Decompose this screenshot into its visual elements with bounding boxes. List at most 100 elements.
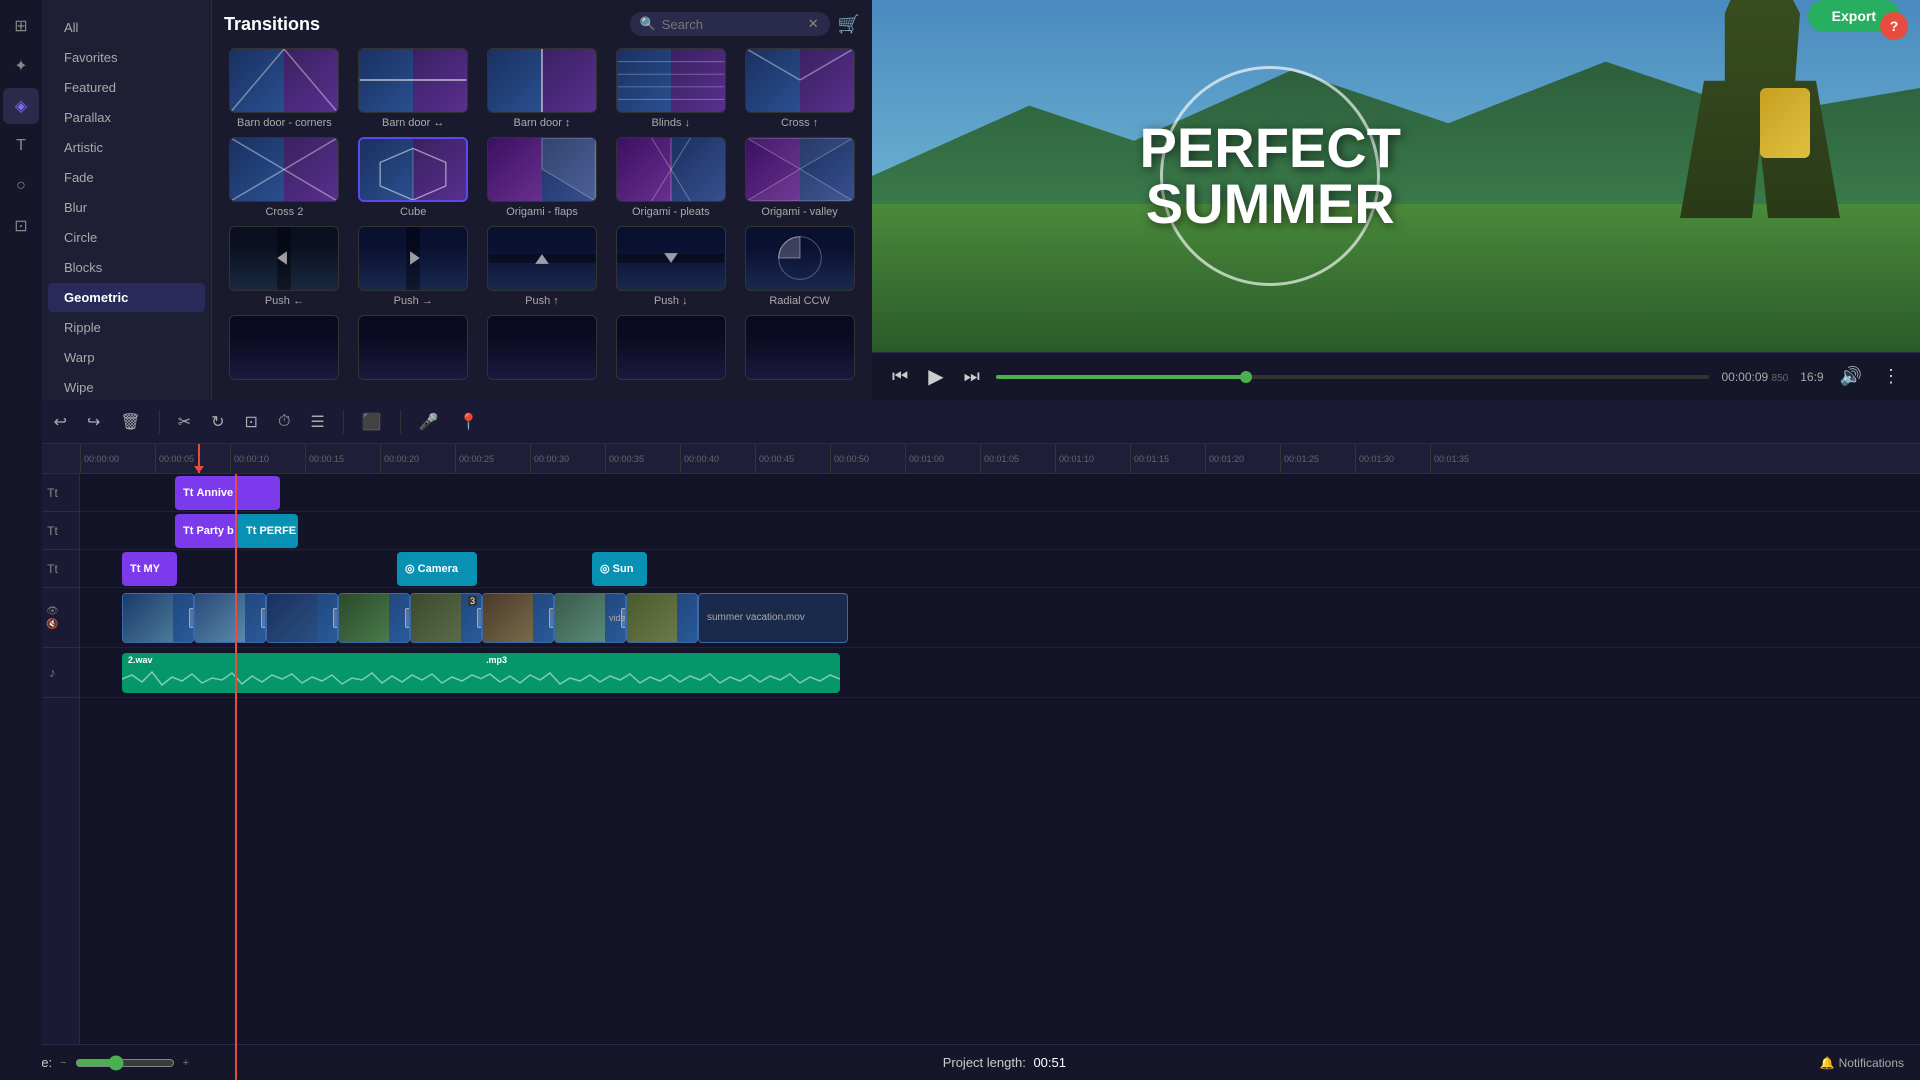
transition-cube[interactable]: Cube [353,137,474,218]
ruler-mark: 00:00:10 [230,444,305,473]
list-button[interactable]: ☰ [304,408,330,436]
category-parallax[interactable]: Parallax [48,103,205,132]
transition-row4-3[interactable] [482,315,603,384]
ruler-marks: 00:00:00 00:00:05 00:00:10 00:00:15 00:0… [80,444,1505,473]
category-featured[interactable]: Featured [48,73,205,102]
category-all[interactable]: All [48,13,205,42]
category-warp[interactable]: Warp [48,343,205,372]
video-clip-1[interactable] [122,593,194,643]
transition-push-down[interactable]: Push ↓ [610,226,731,307]
mic-button[interactable]: 🎤 [413,408,445,436]
transition-label: Origami - flaps [506,206,578,218]
category-geometric[interactable]: Geometric [48,283,205,312]
more-options-button[interactable]: ⋮ [1878,362,1904,391]
ruler-mark: 00:00:50 [830,444,905,473]
cut-button[interactable]: ✂ [172,408,197,436]
sidebar-grid-btn[interactable]: ⊞ [3,8,39,44]
category-ripple[interactable]: Ripple [48,313,205,342]
sidebar-apps-btn[interactable]: ⊡ [3,208,39,244]
video-clip-3[interactable] [266,593,338,643]
left-sidebar: ⊞ ✦ ◈ T ○ ⊡ [0,0,42,1080]
overlay-button[interactable]: ⬛ [356,408,388,436]
category-artistic[interactable]: Artistic [48,133,205,162]
audio-clip-1[interactable]: 2.wav [122,653,487,693]
crop-button[interactable]: ⊡ [239,408,264,436]
transition-barn-door-v[interactable]: Barn door ↕ [482,48,603,129]
transition-origami-pleats[interactable]: Origami - pleats [610,137,731,218]
transition-row4-5[interactable] [739,315,860,384]
category-wipe[interactable]: Wipe [48,373,205,402]
video-track: 3 video summer vacation.mov [80,588,1920,648]
transition-push-left[interactable]: Push ← [224,226,345,307]
transition-thumb [745,137,855,202]
category-circle[interactable]: Circle [48,223,205,252]
scale-min-icon: − [60,1057,66,1069]
category-fade[interactable]: Fade [48,163,205,192]
category-blur[interactable]: Blur [48,193,205,222]
audio-clip-2[interactable]: .mp3 [480,653,840,693]
video-clip-last[interactable]: summer vacation.mov [698,593,848,643]
clip-perfe[interactable]: Tt PERFE [238,514,298,548]
volume-button[interactable]: 🔊 [1836,362,1866,391]
preview-title-line2: SUMMER [1140,176,1401,232]
transition-barn-door-h[interactable]: Barn door ↔ [353,48,474,129]
transition-row4-2[interactable] [353,315,474,384]
text-track-2: Tt Party b Tt PERFE [80,512,1920,550]
transition-barn-door-corners[interactable]: Barn door - corners [224,48,345,129]
scale-slider[interactable] [75,1055,175,1071]
category-blocks[interactable]: Blocks [48,253,205,282]
transition-blinds-down[interactable]: Blinds ↓ [610,48,731,129]
video-clip-8[interactable] [626,593,698,643]
transitions-header: Transitions 🔍 ✕ 🛒 [224,12,860,36]
transition-label: Barn door ↕ [514,117,571,129]
help-button[interactable]: ? [1880,12,1908,40]
clip-my[interactable]: Tt MY [122,552,177,586]
toolbar-separator [159,410,160,434]
text-track-1: Tt Annive [80,474,1920,512]
clear-search-icon[interactable]: ✕ [808,16,819,32]
ruler-mark: 00:00:05 [155,444,230,473]
undo-button[interactable]: ↩ [48,408,73,436]
transition-origami-valley[interactable]: Origami - valley [739,137,860,218]
forward-button[interactable]: ⏭ [960,362,984,391]
ruler-mark: 00:00:35 [605,444,680,473]
video-clip-7[interactable]: video [554,593,626,643]
sidebar-magic-btn[interactable]: ✦ [3,48,39,84]
speed-button[interactable]: ⏱ [272,409,296,435]
transition-cross2[interactable]: Cross 2 [224,137,345,218]
ruler-mark: 00:01:10 [1055,444,1130,473]
rewind-button[interactable]: ⏮ [888,362,912,391]
transition-push-up[interactable]: Push ↑ [482,226,603,307]
delete-button[interactable]: 🗑 [114,408,146,436]
transition-thumb [229,137,339,202]
clip-camera[interactable]: ◎ Camera [397,552,477,586]
transition-cross-up[interactable]: Cross ↑ [739,48,860,129]
clip-annive[interactable]: Tt Annive [175,476,280,510]
loop-button[interactable]: ↻ [205,408,230,436]
notifications-button[interactable]: 🔔 Notifications [1820,1056,1904,1070]
video-clip-5[interactable]: 3 [410,593,482,643]
timeline-toolbar: + ↩ ↪ 🗑 ✂ ↻ ⊡ ⏱ ☰ ⬛ 🎤 📍 [0,400,1920,444]
preview-timeline[interactable] [996,375,1710,379]
transition-thumb [358,226,468,291]
search-input[interactable] [662,17,802,32]
transition-row4-1[interactable] [224,315,345,384]
transition-origami-flaps[interactable]: Origami - flaps [482,137,603,218]
video-clip-2[interactable] [194,593,266,643]
location-button[interactable]: 📍 [453,408,485,436]
video-clip-6[interactable] [482,593,554,643]
redo-button[interactable]: ↪ [81,408,106,436]
transition-row4-4[interactable] [610,315,731,384]
sidebar-effects-btn[interactable]: ◈ [3,88,39,124]
sidebar-text-btn[interactable]: T [3,128,39,164]
video-clip-4[interactable] [338,593,410,643]
play-button[interactable]: ▶ [924,360,947,393]
transition-push-right[interactable]: Push → [353,226,474,307]
clip-sun[interactable]: ◎ Sun [592,552,647,586]
sidebar-globe-btn[interactable]: ○ [3,168,39,204]
category-favorites[interactable]: Favorites [48,43,205,72]
cart-button[interactable]: 🛒 [838,14,860,35]
transition-label: Cube [400,206,426,218]
ruler-mark: 00:01:35 [1430,444,1505,473]
transition-radial-ccw[interactable]: Radial CCW [739,226,860,307]
